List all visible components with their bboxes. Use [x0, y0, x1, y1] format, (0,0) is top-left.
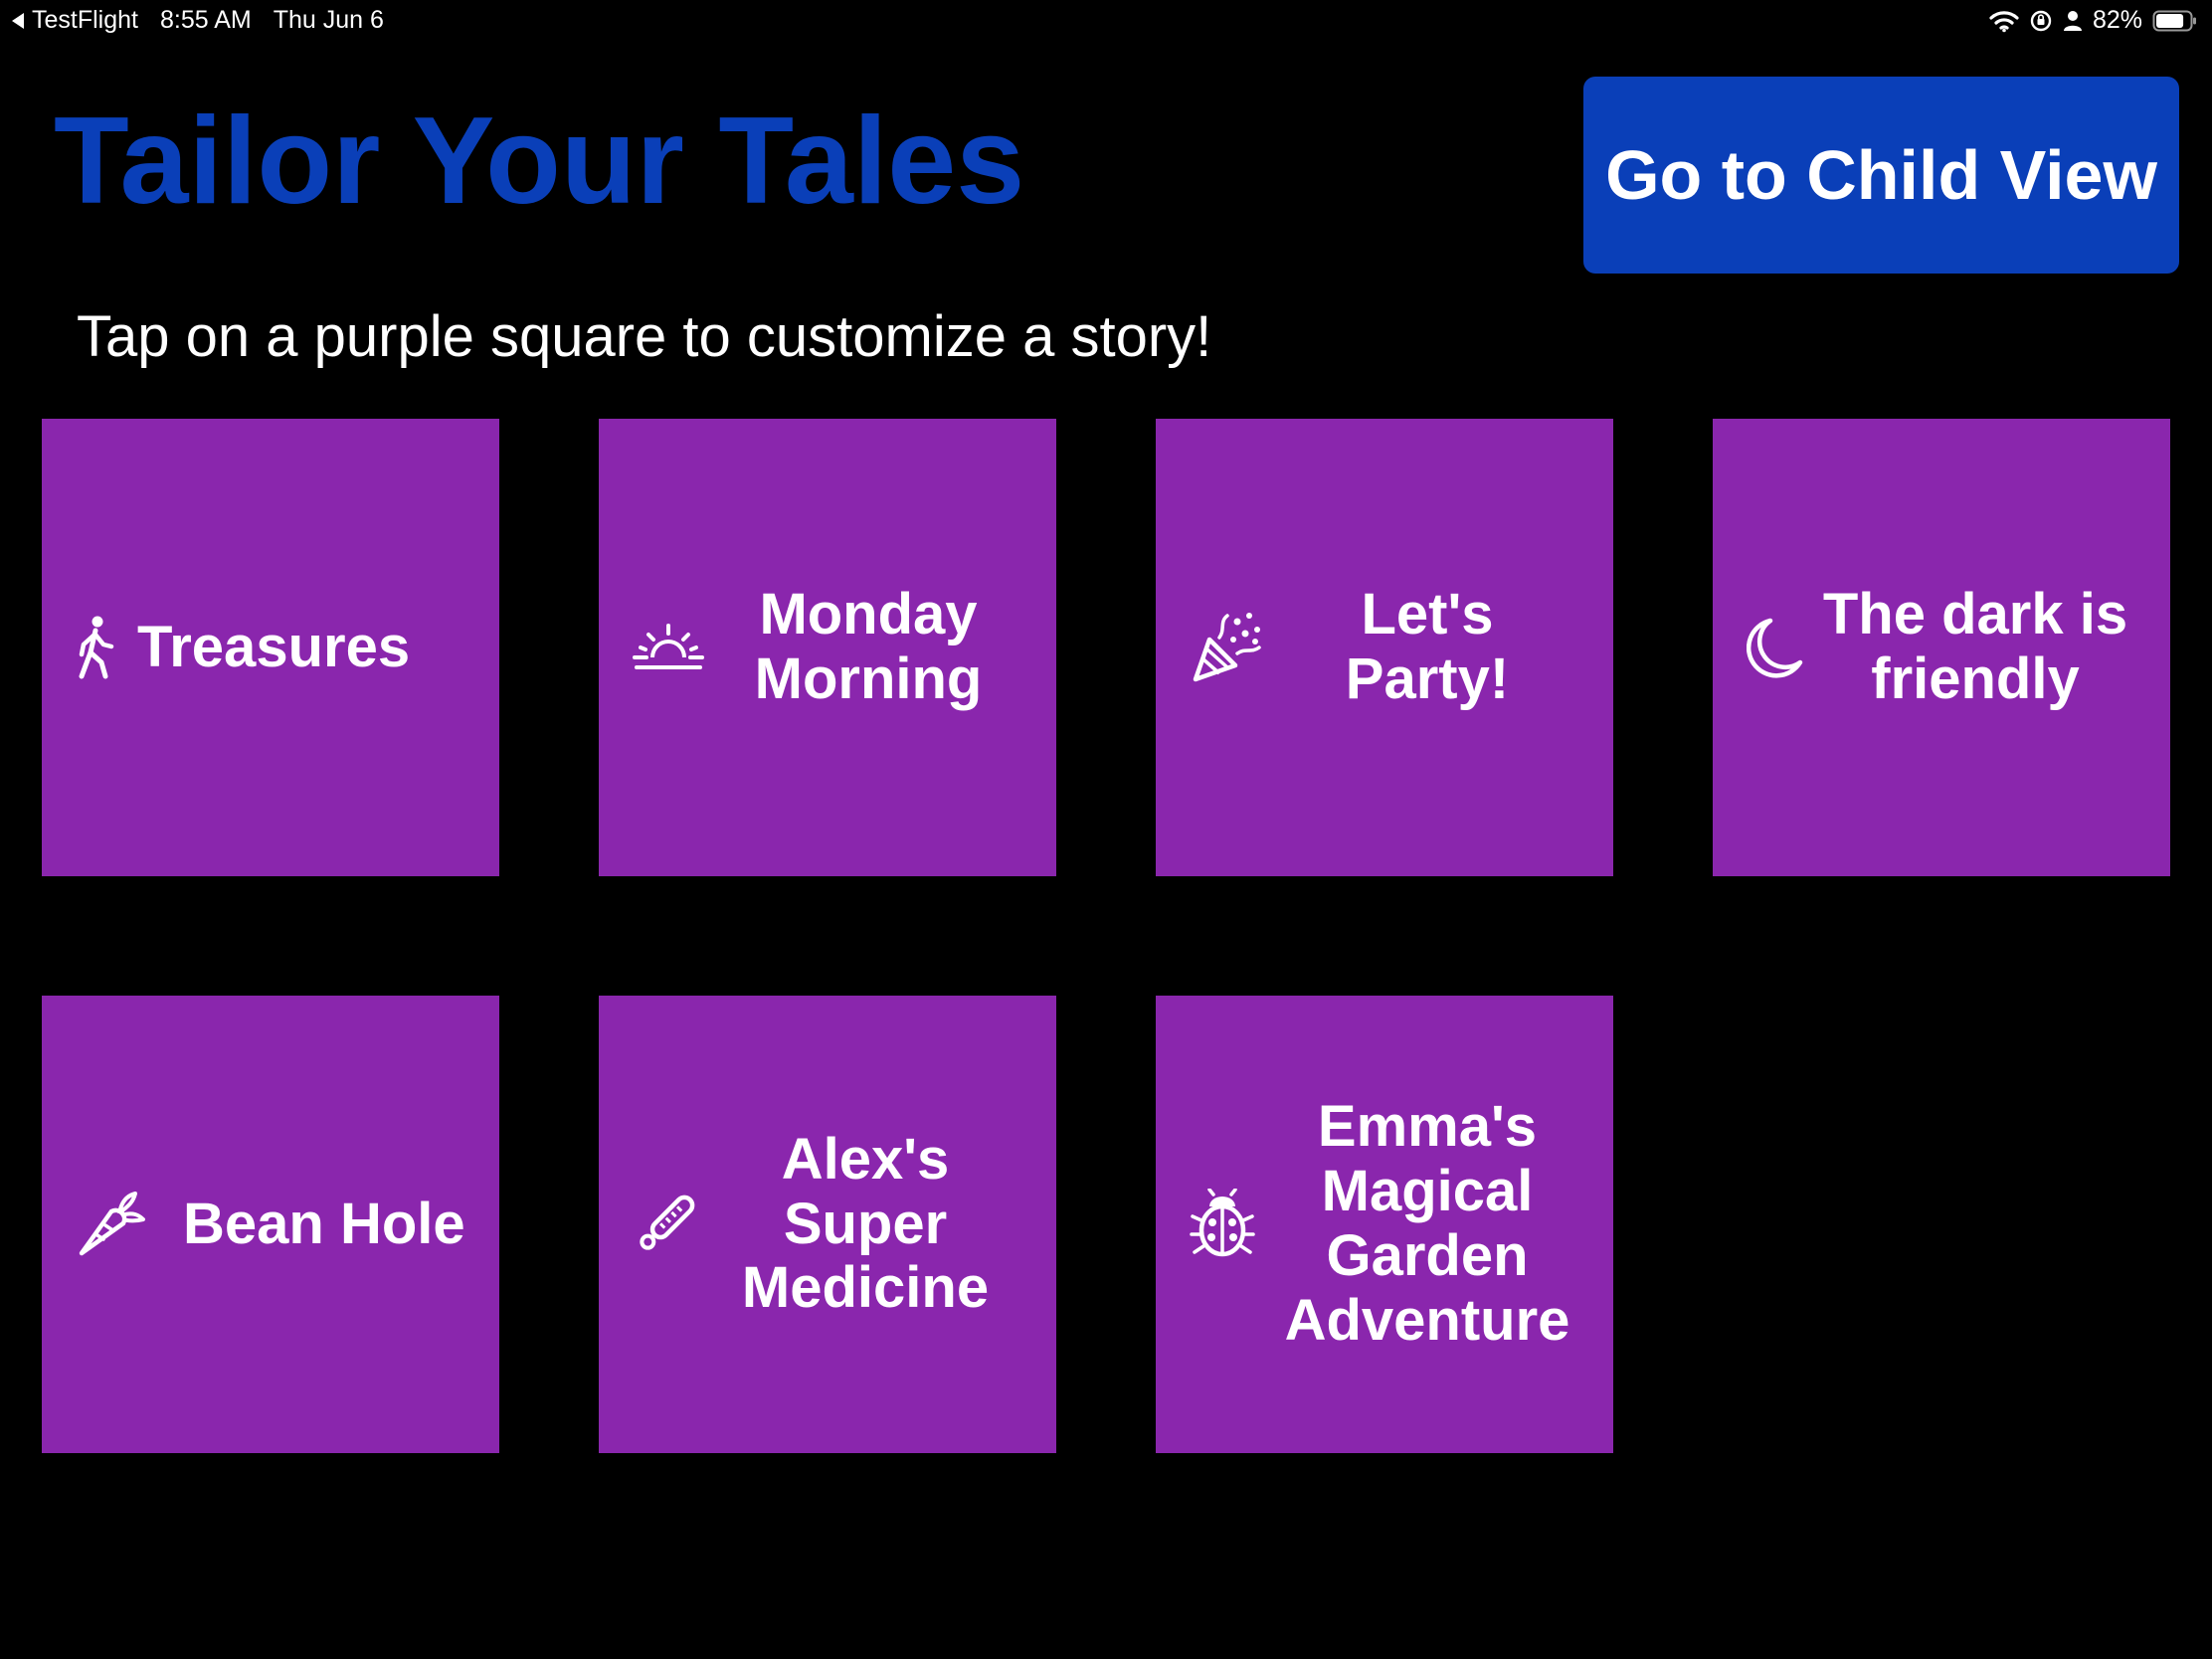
story-title: Monday Morning: [754, 582, 983, 711]
go-to-child-view-button[interactable]: Go to Child View: [1583, 77, 2179, 274]
thermometer-icon: [633, 1192, 698, 1257]
story-title: Alex's Super Medicine: [741, 1126, 990, 1321]
story-title: Treasures: [137, 614, 411, 679]
status-time: 8:55 AM: [159, 6, 252, 34]
moon-icon: [1747, 617, 1804, 678]
page-title: Tailor Your Tales: [54, 92, 1025, 230]
battery-icon: [2152, 9, 2198, 33]
walking-person-icon: [76, 615, 115, 680]
story-title: Emma's Magical Garden Adventure: [1284, 1094, 1570, 1353]
back-to-app-link[interactable]: TestFlight: [32, 6, 138, 35]
party-popper-icon: [1190, 610, 1265, 685]
person-icon: [2063, 9, 2083, 33]
ladybug-icon: [1190, 1189, 1255, 1260]
story-tile-alexs-super-medicine[interactable]: Alex's Super Medicine: [599, 996, 1056, 1453]
back-arrow-icon[interactable]: [12, 12, 24, 29]
story-title: The dark is friendly: [1822, 582, 2128, 711]
story-tile-emmas-magical-garden-adventure[interactable]: Emma's Magical Garden Adventure: [1156, 996, 1613, 1453]
story-tile-treasures[interactable]: Treasures: [42, 419, 499, 876]
story-tile-the-dark-is-friendly[interactable]: The dark is friendly: [1713, 419, 2170, 876]
status-bar: TestFlight 8:55 AM Thu Jun 6 82%: [0, 0, 2212, 42]
status-bar-left: TestFlight 8:55 AM Thu Jun 6: [12, 6, 384, 35]
story-tile-monday-morning[interactable]: Monday Morning: [599, 419, 1056, 876]
instructions-text: Tap on a purple square to customize a st…: [77, 304, 1212, 369]
sunrise-icon: [633, 624, 704, 671]
story-tile-bean-hole[interactable]: Bean Hole: [42, 996, 499, 1453]
story-title: Bean Hole: [183, 1191, 465, 1256]
carrot-icon: [76, 1190, 145, 1259]
story-title: Let's Party!: [1345, 582, 1510, 711]
status-bar-right: 82%: [1989, 6, 2198, 35]
wifi-icon: [1989, 9, 2019, 33]
battery-percent: 82%: [2092, 6, 2142, 34]
orientation-lock-icon: [2029, 9, 2053, 33]
status-date: Thu Jun 6: [273, 6, 384, 34]
story-tile-lets-party[interactable]: Let's Party!: [1156, 419, 1613, 876]
